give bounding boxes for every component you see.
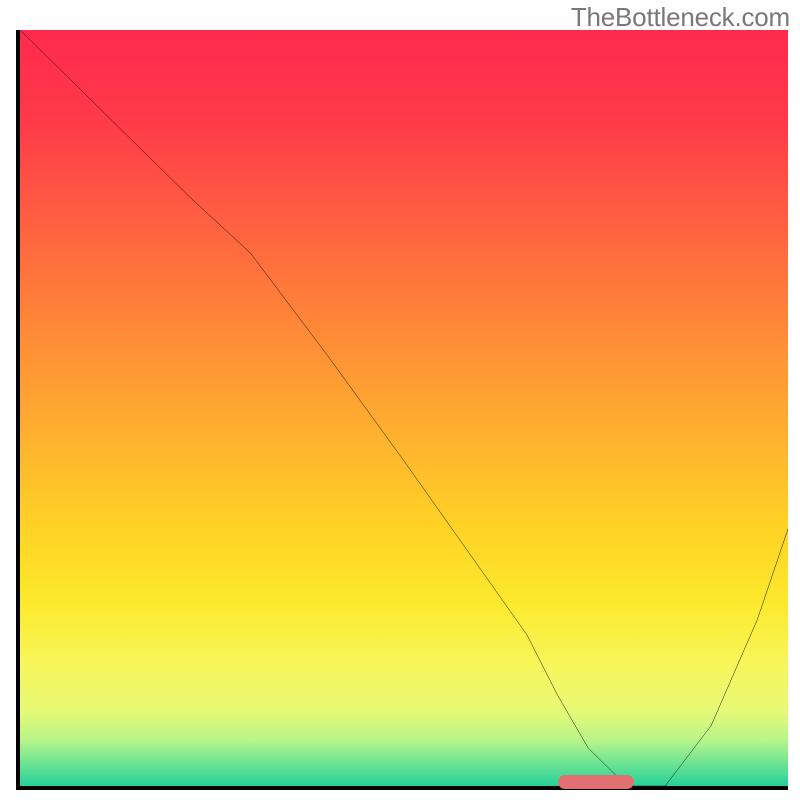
watermark-text: TheBottleneck.com bbox=[571, 2, 790, 33]
bottleneck-curve bbox=[20, 30, 788, 786]
plot-area bbox=[16, 30, 788, 790]
chart-container: TheBottleneck.com bbox=[0, 0, 800, 800]
bottleneck-marker bbox=[558, 775, 635, 789]
curve-path bbox=[20, 30, 788, 786]
